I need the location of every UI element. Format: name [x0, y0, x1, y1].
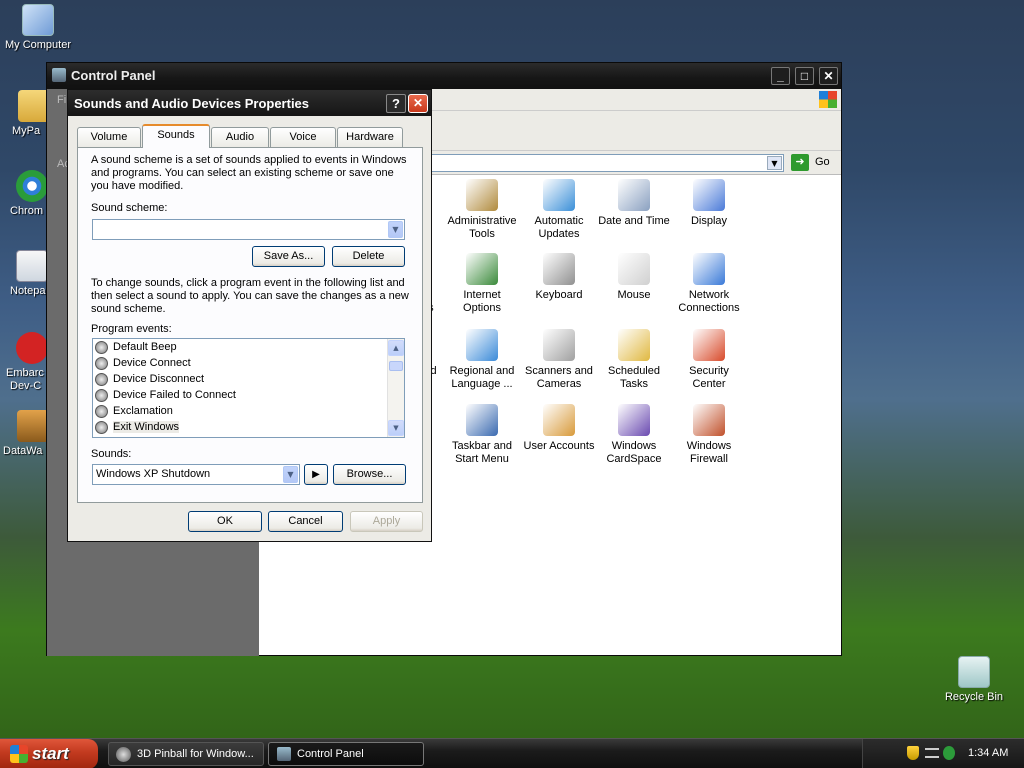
control-panel-item[interactable]: User Accounts: [521, 404, 597, 453]
control-panel-item[interactable]: Windows CardSpace: [596, 404, 672, 466]
sound-select[interactable]: Windows XP Shutdown ▼: [92, 464, 300, 485]
control-panel-item[interactable]: Regional and Language ...: [444, 329, 520, 391]
list-item[interactable]: Exclamation: [95, 404, 173, 419]
devcpp-icon: [16, 332, 48, 364]
speaker-icon: [95, 405, 108, 418]
tab-voice[interactable]: Voice: [270, 127, 336, 147]
regional-icon: [466, 329, 498, 361]
sound-scheme-select[interactable]: ▼: [92, 219, 405, 240]
shield-icon: [693, 329, 725, 361]
control-panel-item[interactable]: Network Connections: [671, 253, 747, 315]
apply-button: Apply: [350, 511, 423, 532]
desktop-icon-recycle-bin[interactable]: Recycle Bin: [936, 656, 1012, 703]
recycle-bin-icon: [958, 656, 990, 688]
chevron-down-icon[interactable]: ▼: [283, 466, 298, 483]
dialog-title-bar[interactable]: Sounds and Audio Devices Properties ? ✕: [68, 90, 431, 116]
control-panel-item[interactable]: Display: [671, 179, 747, 228]
speaker-icon: [95, 421, 108, 434]
control-panel-item[interactable]: Internet Options: [444, 253, 520, 315]
tab-audio[interactable]: Audio: [211, 127, 269, 147]
admin-tools-icon: [466, 179, 498, 211]
cardspace-icon: [618, 404, 650, 436]
control-panel-item[interactable]: Security Center: [671, 329, 747, 391]
dialog-close-button[interactable]: ✕: [408, 94, 428, 113]
tab-hardware[interactable]: Hardware: [337, 127, 403, 147]
control-panel-item[interactable]: Mouse: [596, 253, 672, 302]
network-tray-icon[interactable]: [925, 748, 939, 758]
control-panel-item[interactable]: Date and Time: [596, 179, 672, 228]
control-panel-item[interactable]: Taskbar and Start Menu: [444, 404, 520, 466]
pinball-icon: [116, 747, 131, 762]
list-item[interactable]: Device Connect: [95, 356, 191, 371]
scroll-up-icon[interactable]: ▲: [388, 340, 404, 356]
program-events-list[interactable]: Default Beep Device Connect Device Disco…: [92, 338, 405, 438]
firewall-icon: [693, 404, 725, 436]
notepad-icon: [16, 250, 48, 282]
users-icon: [543, 404, 575, 436]
help-button[interactable]: ?: [386, 94, 406, 113]
clock[interactable]: 1:34 AM: [968, 747, 1008, 759]
scroll-thumb[interactable]: [389, 361, 403, 371]
ok-button[interactable]: OK: [188, 511, 262, 532]
control-panel-item[interactable]: Scheduled Tasks: [596, 329, 672, 391]
control-panel-item[interactable]: Scanners and Cameras: [521, 329, 597, 391]
start-button[interactable]: start: [0, 739, 98, 768]
speaker-icon: [95, 373, 108, 386]
datawatch-icon: [17, 410, 49, 442]
play-icon: ▶: [312, 469, 320, 480]
scheme-description: A sound scheme is a set of sounds applie…: [91, 154, 407, 192]
control-panel-item[interactable]: Administrative Tools: [444, 179, 520, 241]
events-scrollbar[interactable]: ▲ ▼: [387, 339, 404, 437]
scheduled-tasks-icon: [618, 329, 650, 361]
mouse-icon: [618, 253, 650, 285]
sound-scheme-label: Sound scheme:: [91, 202, 168, 214]
taskbar-item-control-panel[interactable]: Control Panel: [268, 742, 424, 766]
speaker-icon: [95, 341, 108, 354]
globe-icon: [466, 253, 498, 285]
control-panel-item[interactable]: Windows Firewall: [671, 404, 747, 466]
dialog-title: Sounds and Audio Devices Properties: [74, 96, 310, 111]
display-icon: [693, 179, 725, 211]
play-sound-button[interactable]: ▶: [304, 464, 328, 485]
recycle-tray-icon[interactable]: [943, 746, 955, 760]
windows-logo-icon: [10, 745, 28, 763]
windows-update-icon: [543, 179, 575, 211]
list-item[interactable]: Default Beep: [95, 340, 177, 355]
tab-volume[interactable]: Volume: [77, 127, 141, 147]
control-panel-icon: [277, 747, 291, 761]
save-as-button[interactable]: Save As...: [252, 246, 325, 267]
sounds-audio-dialog[interactable]: Sounds and Audio Devices Properties ? ✕ …: [67, 89, 432, 542]
cancel-button[interactable]: Cancel: [268, 511, 343, 532]
tab-sounds[interactable]: Sounds: [142, 124, 210, 148]
delete-button[interactable]: Delete: [332, 246, 405, 267]
program-events-label: Program events:: [91, 323, 172, 335]
speaker-icon: [95, 357, 108, 370]
list-item[interactable]: Device Disconnect: [95, 372, 204, 387]
list-item[interactable]: Device Failed to Connect: [95, 388, 236, 403]
chrome-icon: [16, 170, 48, 202]
my-computer-icon: [22, 4, 54, 36]
security-shield-icon[interactable]: [907, 746, 919, 760]
sounds-label: Sounds:: [91, 448, 132, 460]
events-description: To change sounds, click a program event …: [91, 277, 409, 315]
browse-button[interactable]: Browse...: [333, 464, 406, 485]
control-panel-item[interactable]: Keyboard: [521, 253, 597, 302]
chevron-down-icon[interactable]: ▼: [388, 221, 403, 238]
control-panel-item[interactable]: Automatic Updates: [521, 179, 597, 241]
list-item-selected[interactable]: Exit Windows: [95, 420, 180, 435]
clock-icon: [618, 179, 650, 211]
system-tray: 1:34 AM: [862, 739, 1024, 768]
taskbar: start 3D Pinball for Window... Control P…: [0, 738, 1024, 768]
taskbar-icon: [466, 404, 498, 436]
scroll-down-icon[interactable]: ▼: [388, 420, 404, 436]
scanner-icon: [543, 329, 575, 361]
desktop-icon-my-computer[interactable]: My Computer: [0, 4, 76, 51]
keyboard-icon: [543, 253, 575, 285]
taskbar-item-pinball[interactable]: 3D Pinball for Window...: [108, 742, 264, 766]
network-icon: [693, 253, 725, 285]
speaker-icon: [95, 389, 108, 402]
